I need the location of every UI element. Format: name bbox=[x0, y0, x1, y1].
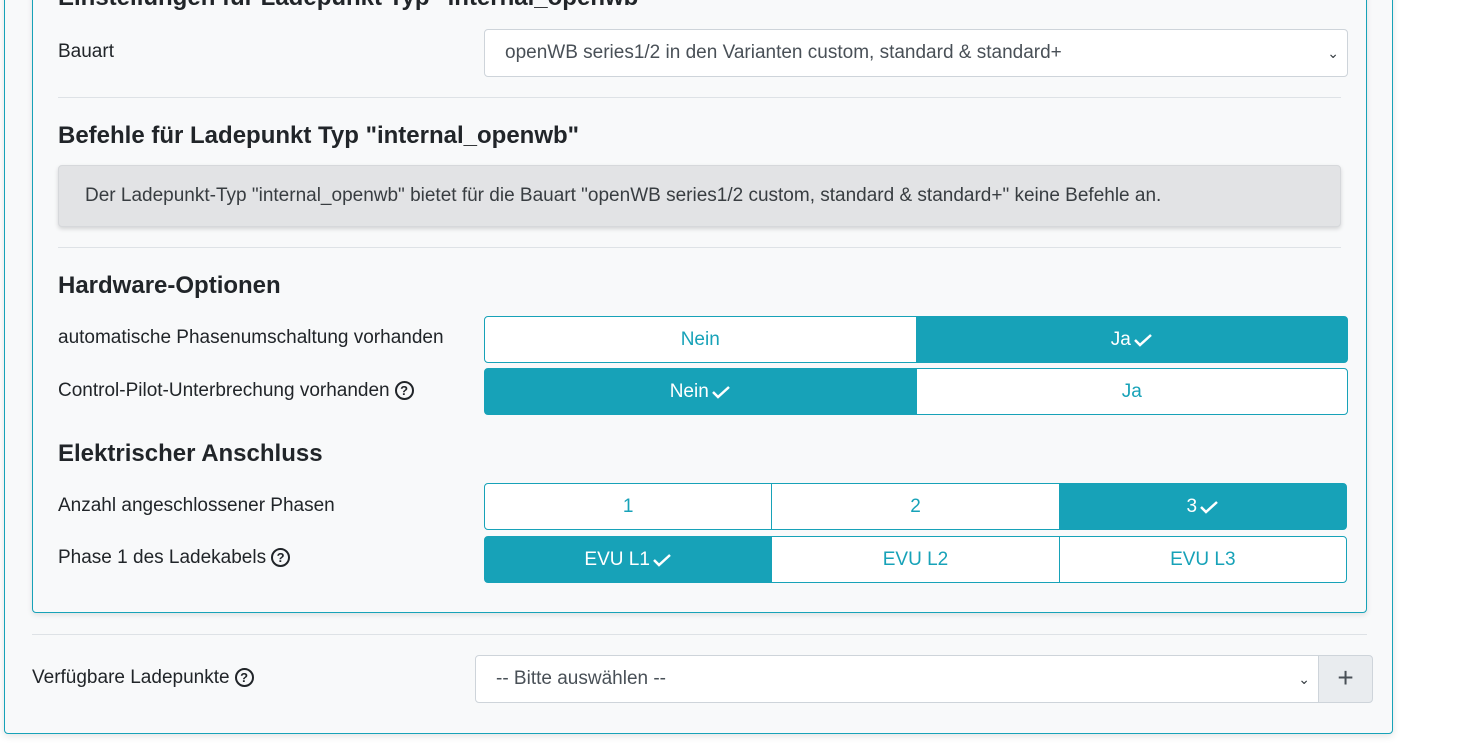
bauart-label: Bauart bbox=[58, 41, 114, 62]
settings-heading: Einstellungen für Ladepunkt Typ "interna… bbox=[58, 0, 650, 12]
divider bbox=[58, 247, 1341, 248]
phases-3-button[interactable]: 3 bbox=[1058, 483, 1347, 530]
add-charge-point-button[interactable]: + bbox=[1318, 655, 1373, 703]
phase-switch-label: automatische Phasenumschaltung vorhanden bbox=[58, 327, 444, 348]
available-select[interactable]: -- Bitte auswählen -- ⌄ bbox=[475, 655, 1319, 703]
cp-interrupt-toggle: Nein Ja bbox=[484, 368, 1348, 415]
bauart-value: openWB series1/2 in den Varianten custom… bbox=[505, 42, 1062, 63]
question-circle-icon[interactable]: ? bbox=[234, 668, 254, 687]
plus-icon: + bbox=[1337, 662, 1354, 693]
divider bbox=[32, 634, 1367, 635]
cp-interrupt-yes-button[interactable]: Ja bbox=[915, 368, 1348, 415]
available-label: Verfügbare Ladepunkte? bbox=[32, 667, 254, 689]
phases-2-button[interactable]: 2 bbox=[771, 483, 1060, 530]
phase1-l2-button[interactable]: EVU L2 bbox=[771, 536, 1060, 583]
chevron-down-icon: ⌄ bbox=[1327, 45, 1339, 61]
check-icon bbox=[711, 385, 730, 399]
hardware-heading: Hardware-Optionen bbox=[58, 272, 281, 299]
phase1-l3-button[interactable]: EVU L3 bbox=[1058, 536, 1347, 583]
commands-message: Der Ladepunkt-Typ "internal_openwb" biet… bbox=[85, 185, 1162, 206]
check-icon bbox=[653, 553, 671, 567]
cp-interrupt-no-button[interactable]: Nein bbox=[484, 368, 917, 415]
check-icon bbox=[1200, 500, 1218, 514]
phase1-toggle: EVU L1 EVU L2 EVU L3 bbox=[484, 536, 1347, 583]
chevron-down-icon: ⌄ bbox=[1298, 671, 1310, 687]
question-circle-icon[interactable]: ? bbox=[271, 548, 291, 567]
phases-toggle: 1 2 3 bbox=[484, 483, 1347, 530]
available-select-value: -- Bitte auswählen -- bbox=[496, 668, 667, 689]
electrical-heading: Elektrischer Anschluss bbox=[58, 440, 323, 467]
phases-label: Anzahl angeschlossener Phasen bbox=[58, 495, 335, 516]
bauart-select[interactable]: openWB series1/2 in den Varianten custom… bbox=[484, 29, 1348, 77]
phase1-l1-button[interactable]: EVU L1 bbox=[484, 536, 773, 583]
phase-switch-yes-button[interactable]: Ja bbox=[915, 316, 1348, 363]
check-icon bbox=[1133, 333, 1152, 347]
question-circle-icon[interactable]: ? bbox=[394, 381, 414, 400]
commands-heading: Befehle für Ladepunkt Typ "internal_open… bbox=[58, 122, 580, 149]
divider bbox=[58, 97, 1341, 98]
phase1-label: Phase 1 des Ladekabels? bbox=[58, 547, 291, 569]
phase-switch-toggle: Nein Ja bbox=[484, 316, 1348, 363]
commands-alert: Der Ladepunkt-Typ "internal_openwb" biet… bbox=[58, 165, 1341, 227]
phases-1-button[interactable]: 1 bbox=[484, 483, 773, 530]
cp-interrupt-label: Control-Pilot-Unterbrechung vorhanden? bbox=[58, 380, 414, 402]
phase-switch-no-button[interactable]: Nein bbox=[484, 316, 917, 363]
